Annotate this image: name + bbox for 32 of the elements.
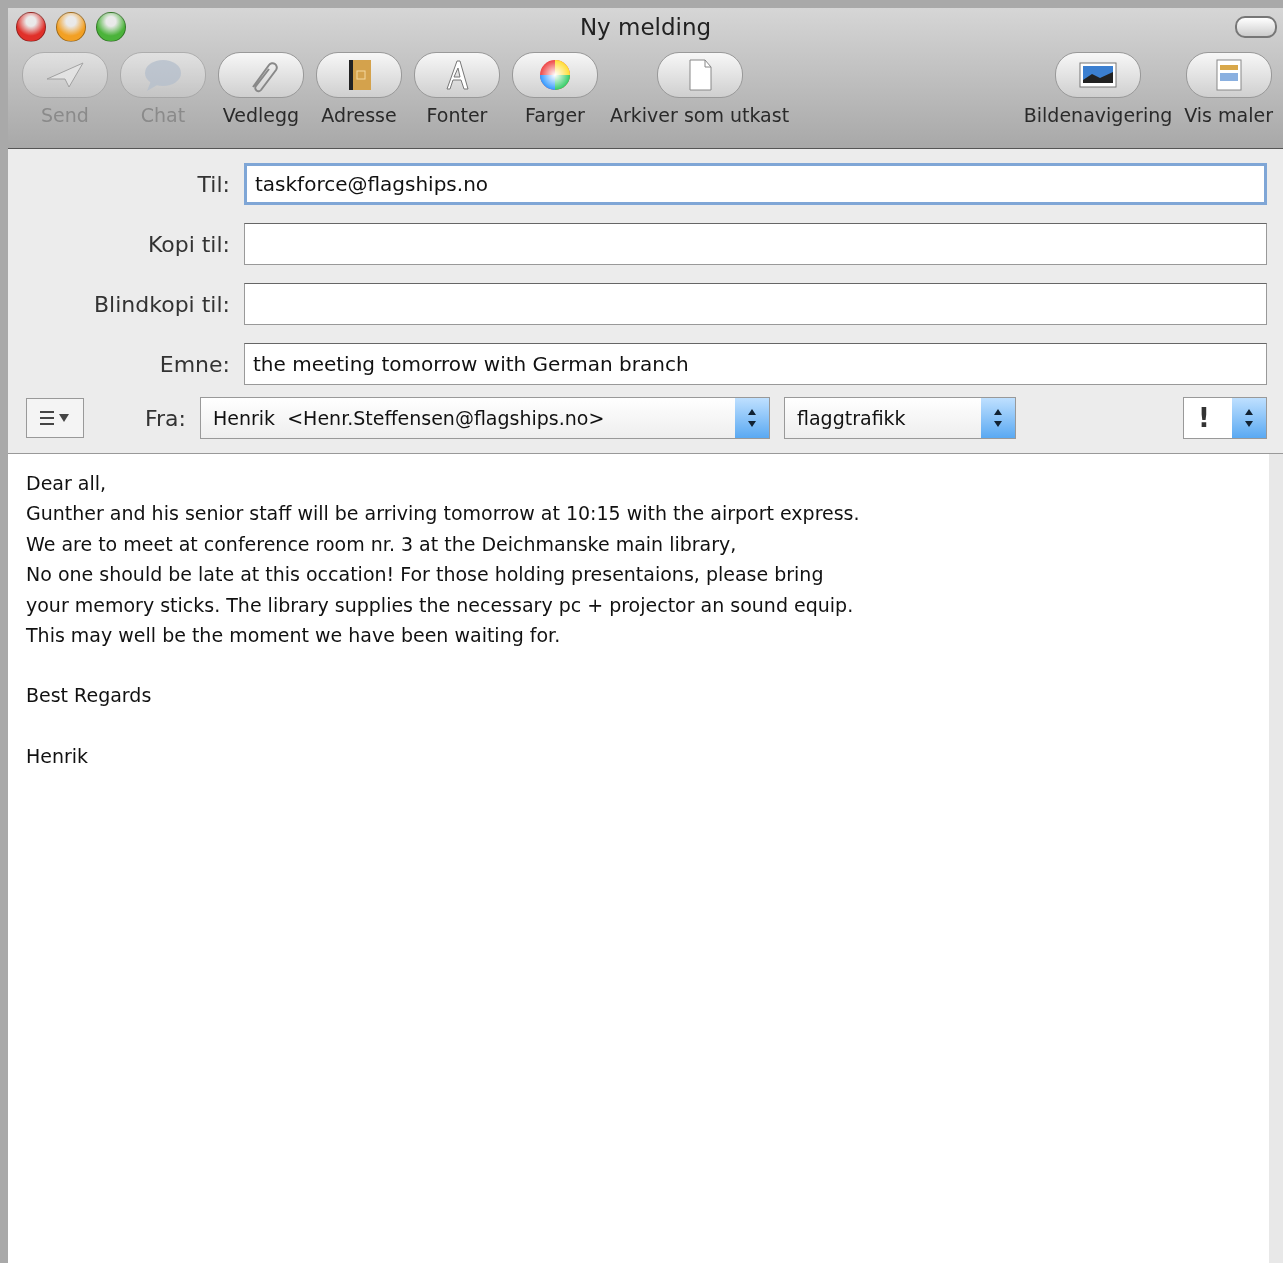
minimize-button[interactable] xyxy=(56,12,86,42)
zoom-button[interactable] xyxy=(96,12,126,42)
account-popup[interactable]: Henrik <Henr.Steffensen@flagships.no> xyxy=(200,397,770,439)
message-line: Dear all, xyxy=(26,471,108,496)
field-label: Fra: xyxy=(144,405,186,431)
field-label: Blindkopi til: xyxy=(93,291,231,317)
message-line: your memory sticks. The library supplies the necessary pc + projector an sound equip. xyxy=(26,592,855,618)
stepper-arrows-icon xyxy=(992,407,1004,429)
message-line: No one should be late at this occation! For those holding presentaions, please bring xyxy=(26,562,825,588)
field-label: Kopi til: xyxy=(146,231,231,257)
message-line: Best Regards xyxy=(26,683,153,709)
field-label: Emne: xyxy=(158,351,231,377)
options-menu-button[interactable] xyxy=(26,398,84,438)
input-field[interactable] xyxy=(244,283,1267,325)
toolbar-button[interactable]: Bildenavigering xyxy=(1017,52,1179,126)
message-line: Henrik xyxy=(26,743,90,769)
input-field[interactable]: the meeting tomorrow with German branch xyxy=(244,343,1267,385)
message-line: Gunther and his senior staff will be arriving tomorrow at 10:15 with the airport express. xyxy=(26,501,861,527)
message-line: This may well be the moment we have been waiting for. xyxy=(26,623,562,649)
toolbar-toggle-button[interactable] xyxy=(1235,16,1277,38)
toolbar-button[interactable]: Arkiver som utkast xyxy=(604,52,796,126)
field-label: Til: xyxy=(196,171,231,197)
stepper-arrows-icon xyxy=(746,407,758,429)
signature-popup[interactable]: flaggtrafikk xyxy=(784,397,1016,439)
priority-popup[interactable]: ! xyxy=(1183,397,1267,439)
list-caret-icon xyxy=(38,409,72,427)
input-field[interactable]: taskforce@flagships.no xyxy=(244,163,1267,205)
stepper-arrows-icon xyxy=(1243,407,1255,429)
window-title: Ny melding xyxy=(579,14,712,40)
close-button[interactable] xyxy=(16,12,46,42)
input-field[interactable] xyxy=(244,223,1267,265)
message-line: We are to meet at conference room nr. 3 at the Deichmanske main library, xyxy=(26,531,738,557)
